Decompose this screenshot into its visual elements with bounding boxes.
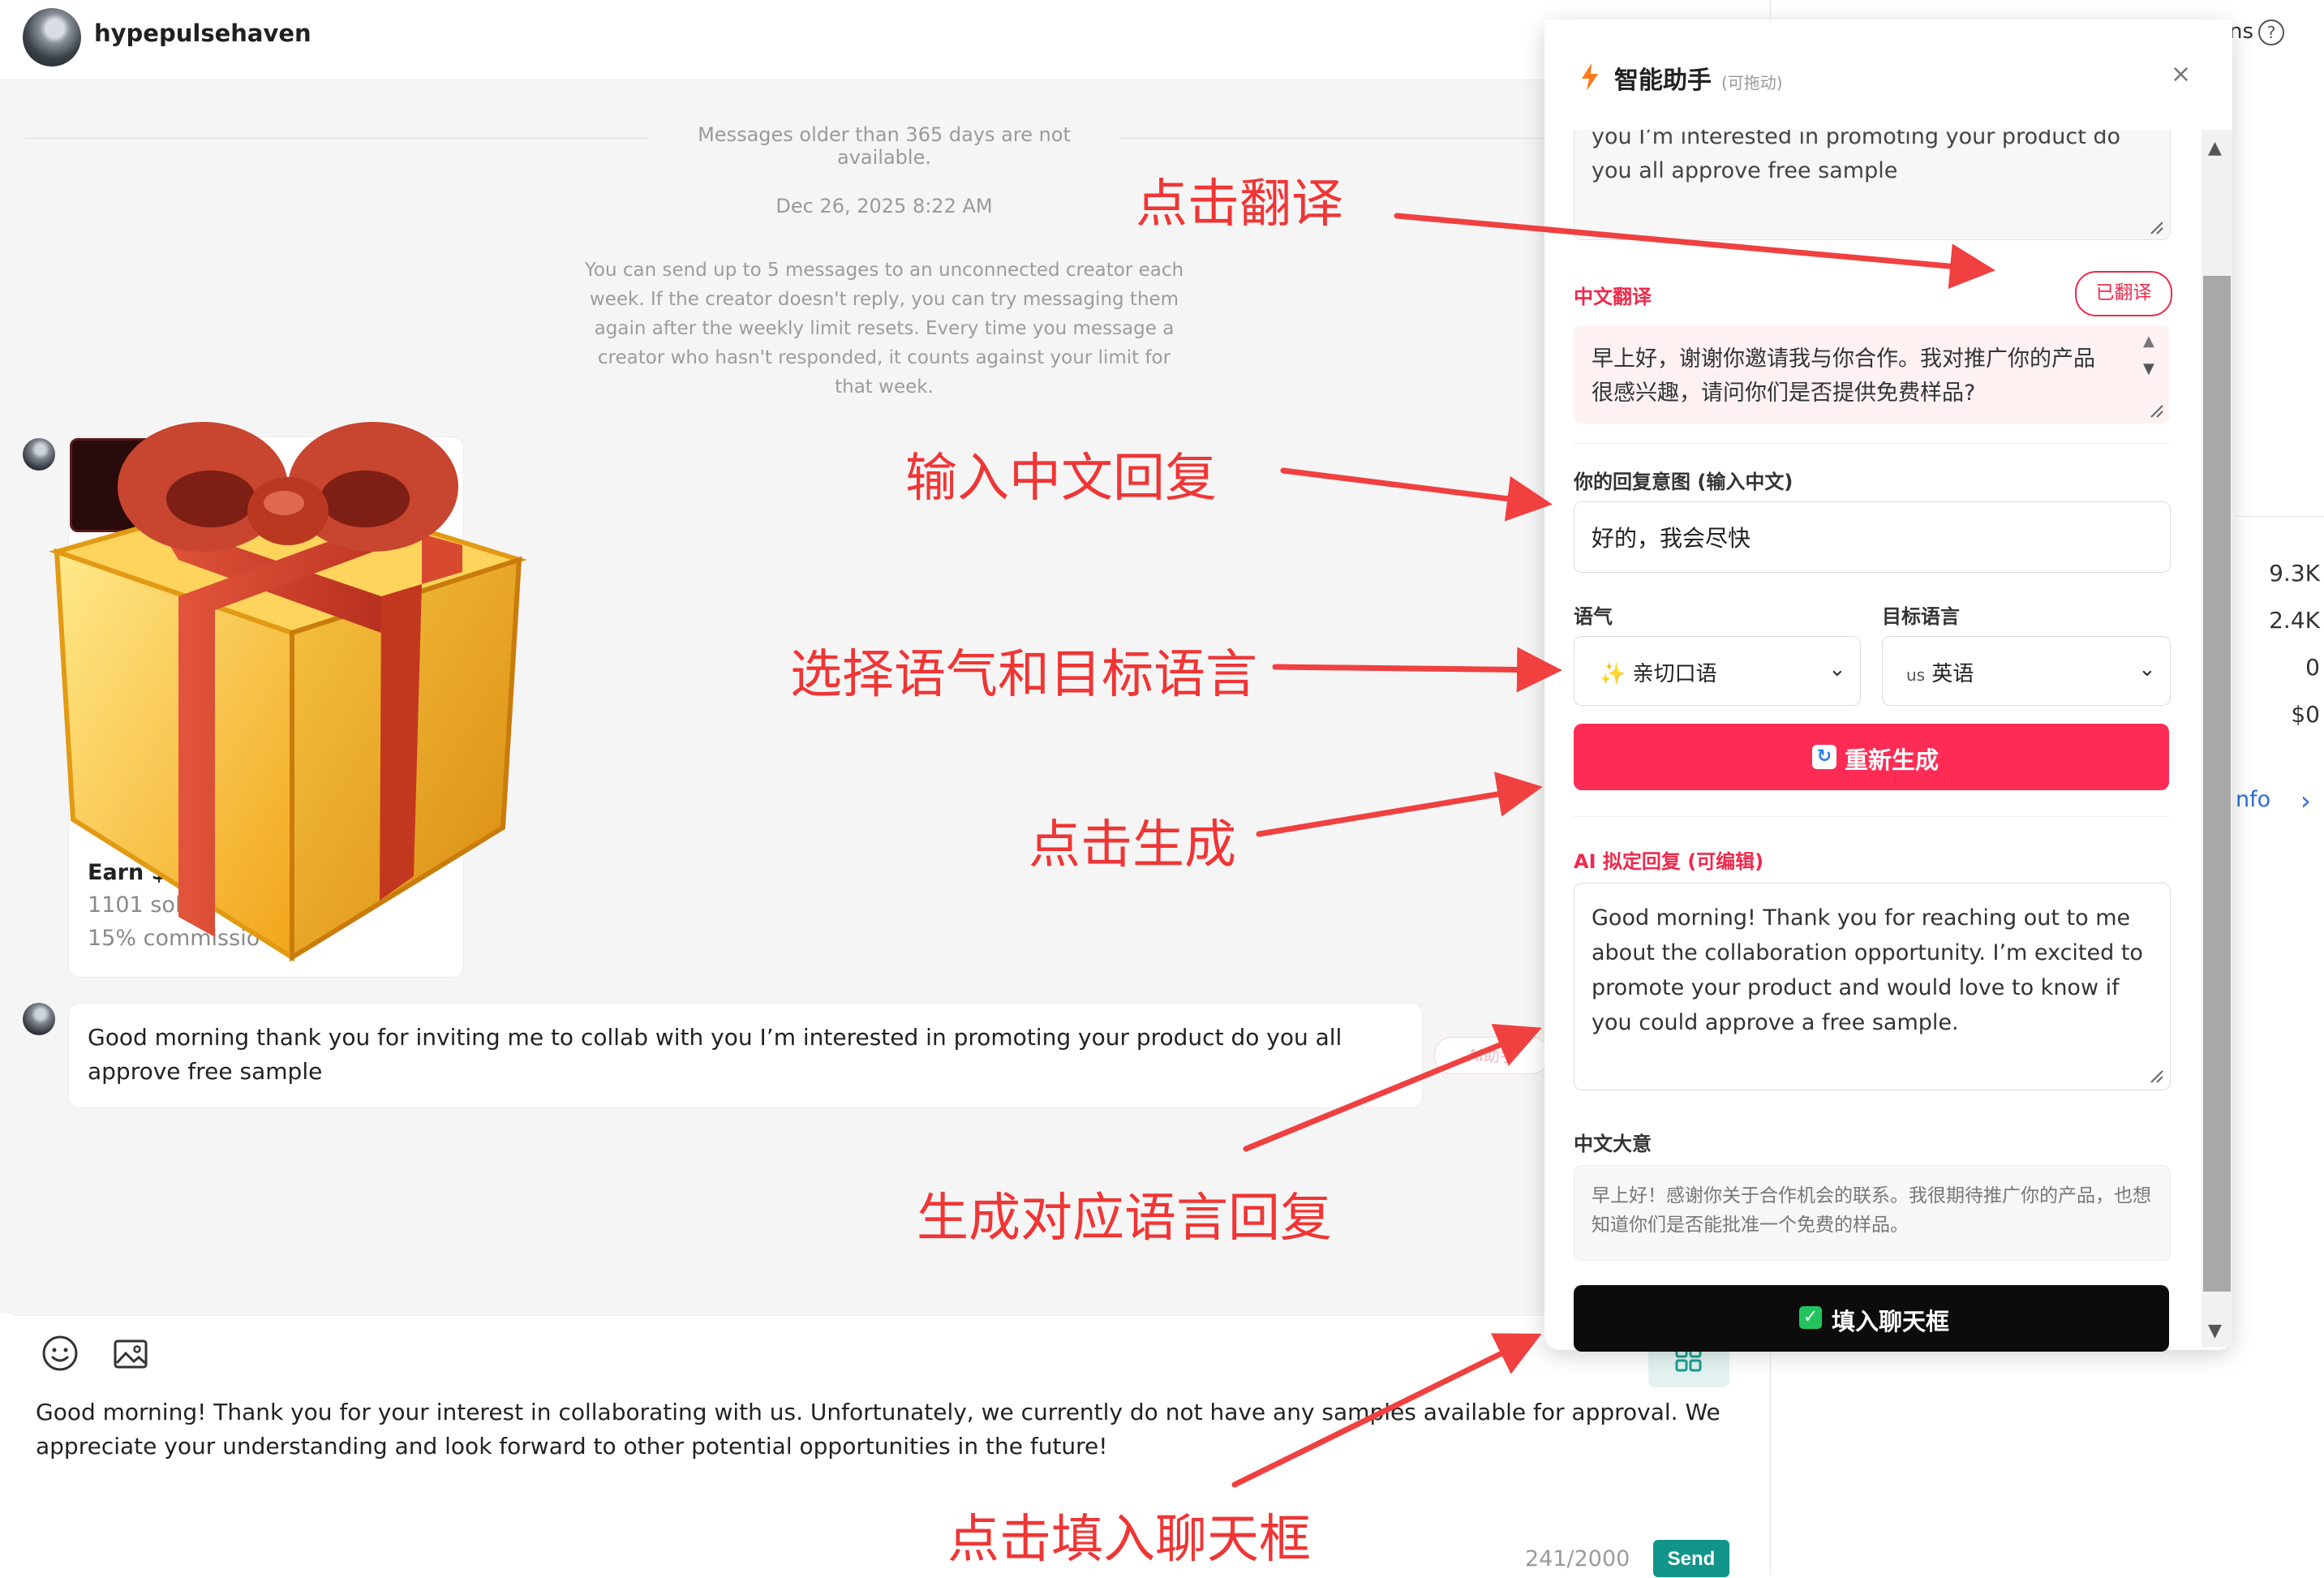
gist-text: 早上好！感谢你关于合作机会的联系。我很期待推广你的产品，也想知道你们是否能批准一… bbox=[1592, 1185, 2151, 1236]
flag-code: us bbox=[1906, 665, 1926, 685]
ai-reply-label: AI 拟定回复 (可编辑) bbox=[1574, 850, 1764, 873]
language-text: 英语 bbox=[1931, 662, 1974, 686]
message-timestamp: Dec 26, 2025 8:22 AM bbox=[775, 195, 993, 217]
annotation-select-tone-language: 选择语气和目标语言 bbox=[790, 645, 1257, 705]
more-info-link[interactable]: nfo bbox=[2236, 787, 2270, 812]
translation-label: 中文翻译 bbox=[1574, 286, 1652, 308]
target-language-value[interactable]: us 英语 bbox=[1906, 657, 1974, 687]
creator-username[interactable]: hypepulsehaven bbox=[94, 19, 311, 47]
message-input[interactable]: Good morning! Thank you for your interes… bbox=[36, 1395, 1731, 1464]
scroll-up-icon[interactable]: ▲ bbox=[2143, 333, 2154, 350]
assistant-subtitle: (可拖动) bbox=[1721, 73, 1783, 92]
chevron-right-icon[interactable]: › bbox=[2300, 785, 2311, 816]
intent-label: 你的回复意图 (输入中文) bbox=[1574, 471, 1793, 493]
annotation-generate-reply: 生成对应语言回复 bbox=[917, 1189, 1332, 1249]
avatar[interactable] bbox=[23, 8, 81, 67]
intent-input-value[interactable]: 好的，我会尽快 bbox=[1592, 521, 1751, 553]
send-button[interactable]: Send bbox=[1653, 1540, 1729, 1577]
translation-text: 早上好，谢谢你邀请我与你合作。我对推广你的产品很感兴趣，请问你们是否提供免费样品… bbox=[1592, 346, 2095, 406]
annotation-click-translate: 点击翻译 bbox=[1136, 174, 1343, 234]
gist-label: 中文大意 bbox=[1574, 1133, 1652, 1155]
tone-label: 语气 bbox=[1574, 605, 1613, 628]
close-icon[interactable]: × bbox=[2171, 60, 2191, 88]
checkmark-icon: ✓ bbox=[1799, 1306, 1822, 1329]
resize-handle-icon[interactable] bbox=[2148, 219, 2164, 235]
chevron-down-icon[interactable]: ⌄ bbox=[1828, 657, 1846, 682]
avatar bbox=[23, 1003, 55, 1035]
translate-button[interactable]: 已翻译 bbox=[2075, 271, 2172, 316]
stat-value: 2.4K bbox=[2269, 607, 2320, 634]
scroll-down-icon[interactable]: ▼ bbox=[2208, 1321, 2222, 1341]
fill-chat-label[interactable]: 填入聊天框 bbox=[1832, 1303, 1949, 1337]
tone-text: 亲切口语 bbox=[1632, 662, 1717, 686]
stat-value: 0 bbox=[2305, 654, 2320, 681]
ai-assistant-chip[interactable]: AI助手 bbox=[1434, 1037, 1549, 1074]
image-icon[interactable] bbox=[112, 1335, 149, 1373]
target-language-label: 目标语言 bbox=[1882, 605, 1960, 628]
regenerate-label[interactable]: 重新生成 bbox=[1845, 742, 1939, 776]
annotation-input-reply: 输入中文回复 bbox=[905, 449, 1217, 509]
ai-reply-text[interactable]: Good morning! Thank you for reaching out… bbox=[1592, 901, 2151, 1040]
refresh-icon: ↻ bbox=[1812, 745, 1836, 769]
stat-value: 9.3K bbox=[2269, 560, 2320, 587]
divider bbox=[24, 138, 649, 139]
resize-handle-icon[interactable] bbox=[2148, 1068, 2164, 1084]
older-messages-note: Messages older than 365 days are not ava… bbox=[649, 123, 1119, 169]
annotation-click-fill: 点击填入聊天框 bbox=[947, 1510, 1311, 1570]
scroll-up-icon[interactable]: ▲ bbox=[2208, 138, 2222, 158]
original-message-text: you I’m interested in promoting your pro… bbox=[1592, 124, 2121, 183]
emoji-icon[interactable] bbox=[41, 1334, 79, 1373]
section-label: ns bbox=[2229, 19, 2254, 44]
divider bbox=[1574, 816, 2169, 817]
gift-icon bbox=[49, 422, 527, 962]
message-limit-note: You can send up to 5 messages to an unco… bbox=[584, 260, 1184, 398]
help-icon[interactable]: ? bbox=[2258, 19, 2284, 45]
assistant-title: 智能助手 bbox=[1614, 67, 1712, 95]
scroll-down-icon[interactable]: ▼ bbox=[2143, 360, 2154, 377]
lightning-icon bbox=[1582, 63, 1598, 91]
chevron-down-icon[interactable]: ⌄ bbox=[2138, 657, 2156, 682]
sparkle-icon: ✨ bbox=[1600, 662, 1626, 686]
resize-handle-icon[interactable] bbox=[2148, 402, 2164, 419]
message-text: Good morning thank you for inviting me t… bbox=[88, 1024, 1342, 1085]
scrollbar-thumb[interactable] bbox=[2203, 276, 2231, 1292]
divider bbox=[2236, 516, 2324, 517]
annotation-click-generate: 点击生成 bbox=[1029, 815, 1236, 875]
character-count: 241/2000 bbox=[1525, 1546, 1630, 1572]
stat-value: $0 bbox=[2291, 701, 2320, 728]
tone-select-value[interactable]: ✨ 亲切口语 bbox=[1600, 657, 1717, 687]
divider bbox=[1574, 443, 2169, 444]
